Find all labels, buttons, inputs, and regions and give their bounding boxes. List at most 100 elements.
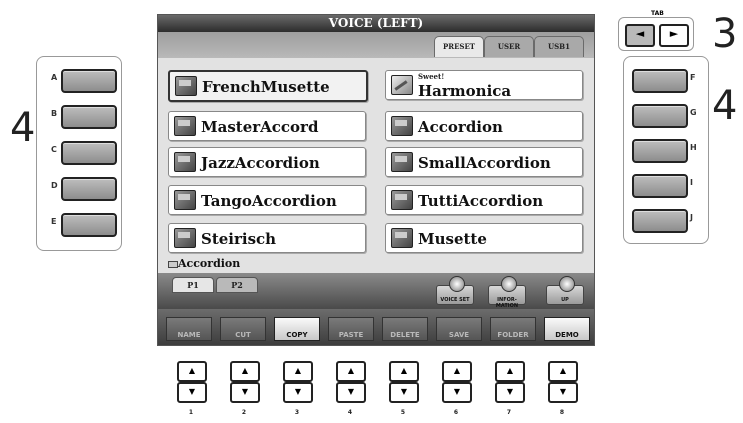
voice-tuttiaccordion[interactable]: TuttiAccordion: [385, 185, 583, 215]
button-f[interactable]: [632, 69, 688, 93]
down-6-button[interactable]: ▼: [442, 382, 472, 403]
soft-label-delete[interactable]: DELETE: [382, 317, 428, 341]
button-j-row: J: [624, 209, 708, 233]
up-button[interactable]: UP: [546, 276, 584, 305]
voice-name: Musette: [418, 230, 487, 248]
voice-frenchmusette[interactable]: FrenchMusette: [168, 70, 368, 102]
button-g[interactable]: [632, 104, 688, 128]
voice-set-label: VOICE SET: [440, 297, 470, 303]
page-tab-p1[interactable]: P1: [172, 277, 214, 293]
button-j[interactable]: [632, 209, 688, 233]
voice-musette[interactable]: Musette: [385, 223, 583, 253]
voice-name: TangoAccordion: [201, 192, 337, 210]
voice-set-button[interactable]: VOICE SET: [436, 276, 474, 305]
button-b[interactable]: [61, 105, 117, 129]
updown-button-5: ▲ ▼: [389, 361, 419, 403]
voice-jazzaccordion[interactable]: JazzAccordion: [168, 147, 366, 177]
voice-name: SmallAccordion: [418, 154, 551, 172]
down-3-button[interactable]: ▼: [283, 382, 313, 403]
right-button-panel: F G H I J: [623, 56, 709, 244]
page-tab-p2[interactable]: P2: [216, 277, 258, 293]
tab-preset[interactable]: PRESET: [434, 36, 484, 57]
button-d-row: D: [37, 177, 121, 201]
button-number-8: 8: [559, 409, 565, 416]
left-button-panel: A B C D E: [36, 56, 122, 251]
arrow-right-icon: ►: [669, 27, 679, 40]
down-8-button[interactable]: ▼: [548, 382, 578, 403]
voice-steirisch[interactable]: Steirisch: [168, 223, 366, 253]
voice-name: Accordion: [418, 118, 503, 136]
button-f-label: F: [690, 73, 696, 82]
button-i-label: I: [690, 178, 693, 187]
voice-name: TuttiAccordion: [418, 192, 544, 210]
button-e-label: E: [51, 217, 57, 226]
up-2-button[interactable]: ▲: [230, 361, 260, 382]
tab-user[interactable]: USER: [484, 36, 534, 57]
voice-tangoaccordion[interactable]: TangoAccordion: [168, 185, 366, 215]
voice-smallaccordion[interactable]: SmallAccordion: [385, 147, 583, 177]
soft-label-folder[interactable]: FOLDER: [490, 317, 536, 341]
button-number-5: 5: [400, 409, 406, 416]
voice-name: Steirisch: [201, 230, 277, 248]
down-7-button[interactable]: ▼: [495, 382, 525, 403]
information-icon: [501, 276, 517, 292]
button-b-row: B: [37, 105, 121, 129]
voice-harmonica[interactable]: Sweet! Harmonica: [385, 70, 583, 100]
accordion-icon: [391, 228, 413, 248]
folder-up-icon: [559, 276, 575, 292]
soft-label-paste[interactable]: PASTE: [328, 317, 374, 341]
accordion-icon: [174, 190, 196, 210]
tab-label: TAB: [651, 10, 664, 17]
button-i[interactable]: [632, 174, 688, 198]
soft-label-demo[interactable]: DEMO: [544, 317, 590, 341]
up-5-button[interactable]: ▲: [389, 361, 419, 382]
button-c[interactable]: [61, 141, 117, 165]
soft-label-save[interactable]: SAVE: [436, 317, 482, 341]
button-a-label: A: [51, 73, 58, 82]
button-number-1: 1: [188, 409, 194, 416]
information-label: INFOR-MATION: [495, 297, 519, 309]
screen-title: VOICE (LEFT): [158, 15, 594, 32]
up-7-button[interactable]: ▲: [495, 361, 525, 382]
up-3-button[interactable]: ▲: [283, 361, 313, 382]
down-5-button[interactable]: ▼: [389, 382, 419, 403]
soft-label-name[interactable]: NAME: [166, 317, 212, 341]
button-e[interactable]: [61, 213, 117, 237]
soft-label-cut[interactable]: CUT: [220, 317, 266, 341]
tab-usb1[interactable]: USB1: [534, 36, 584, 57]
accordion-icon: [391, 190, 413, 210]
callout-3: 3: [712, 11, 738, 57]
voice-sweet-tag: Sweet!: [418, 72, 445, 81]
voice-masteraccord[interactable]: MasterAccord: [168, 111, 366, 141]
voice-accordion[interactable]: Accordion: [385, 111, 583, 141]
tab-right-button[interactable]: ►: [659, 24, 689, 47]
down-4-button[interactable]: ▼: [336, 382, 366, 403]
button-h-row: H: [624, 139, 708, 163]
button-d[interactable]: [61, 177, 117, 201]
arrow-left-icon: ◄: [635, 27, 645, 40]
button-h[interactable]: [632, 139, 688, 163]
accordion-icon: [391, 116, 413, 136]
updown-button-1: ▲ ▼: [177, 361, 207, 403]
button-g-row: G: [624, 104, 708, 128]
button-c-label: C: [51, 145, 57, 154]
soft-label-copy[interactable]: COPY: [274, 317, 320, 341]
harmonica-icon: [391, 75, 413, 95]
up-label: UP: [561, 297, 569, 303]
up-8-button[interactable]: ▲: [548, 361, 578, 382]
up-1-button[interactable]: ▲: [177, 361, 207, 382]
voice-set-icon: [449, 276, 465, 292]
down-2-button[interactable]: ▼: [230, 382, 260, 403]
tab-left-button[interactable]: ◄: [625, 24, 655, 47]
button-e-row: E: [37, 213, 121, 237]
up-6-button[interactable]: ▲: [442, 361, 472, 382]
up-4-button[interactable]: ▲: [336, 361, 366, 382]
updown-button-7: ▲ ▼: [495, 361, 525, 403]
button-a[interactable]: [61, 69, 117, 93]
down-1-button[interactable]: ▼: [177, 382, 207, 403]
information-button[interactable]: INFOR-MATION: [488, 276, 526, 309]
button-d-label: D: [51, 181, 58, 190]
button-number-4: 4: [347, 409, 353, 416]
callout-4-right: 4: [712, 83, 738, 129]
button-i-row: I: [624, 174, 708, 198]
